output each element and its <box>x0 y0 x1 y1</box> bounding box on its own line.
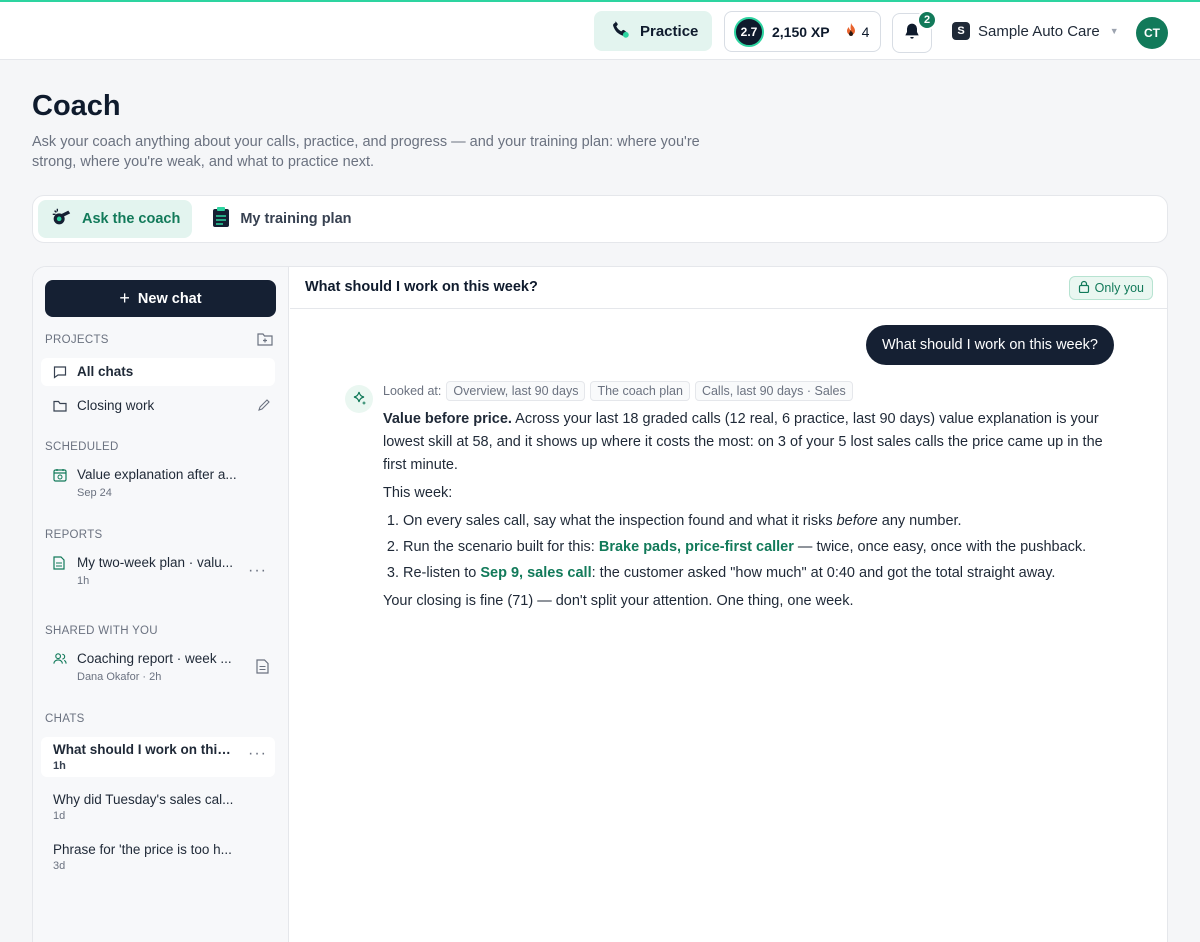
new-chat-button[interactable]: + New chat <box>45 280 276 317</box>
chat-label: Phrase for 'the price is too h... <box>53 842 232 857</box>
more-options-icon[interactable]: ··· <box>248 562 267 580</box>
tab-my-training-plan[interactable]: My training plan <box>200 200 363 238</box>
xp-value: 2,150 XP <box>772 23 830 40</box>
coach-panel: + New chat PROJECTS All chats Closing wo… <box>32 266 1168 942</box>
step-emphasis: before <box>836 513 878 529</box>
streak: 4 <box>844 22 870 41</box>
more-options-icon[interactable]: ··· <box>248 745 267 763</box>
coach-tabs: Ask the coach My training plan <box>32 195 1168 243</box>
chat-label: Why did Tuesday's sales cal... <box>53 792 234 807</box>
project-label: All chats <box>77 364 134 379</box>
practice-button[interactable]: Practice <box>594 11 712 51</box>
notifications-button[interactable]: 2 <box>892 10 937 53</box>
new-chat-label: New chat <box>137 290 202 307</box>
scenario-link[interactable]: Brake pads, price-first caller <box>599 539 794 555</box>
tab-label: Ask the coach <box>82 211 181 227</box>
chat-title: What should I work on this week? <box>305 279 538 295</box>
chat-item[interactable]: Why did Tuesday's sales cal... 1d <box>41 787 275 827</box>
shared-item[interactable]: Coaching report · week ... Dana Okafor ·… <box>41 650 275 690</box>
source-chip[interactable]: Calls, last 90 days · Sales <box>694 381 853 401</box>
answer-step: Re-listen to Sep 9, sales call: the cust… <box>403 562 1103 585</box>
practice-label: Practice <box>640 22 699 40</box>
page-subtitle: Ask your coach anything about your calls… <box>32 134 700 170</box>
scheduled-heading: SCHEDULED <box>45 441 119 453</box>
project-label: Closing work <box>77 398 155 413</box>
streak-count: 4 <box>861 23 870 40</box>
users-icon <box>53 650 67 668</box>
chat-time: 1h <box>53 760 66 772</box>
tab-label: My training plan <box>240 211 352 227</box>
projects-heading: PROJECTS <box>45 334 109 346</box>
scheduled-date: Sep 24 <box>77 487 112 499</box>
chat-sidebar: + New chat PROJECTS All chats Closing wo… <box>33 267 289 942</box>
org-logo: S <box>952 22 970 40</box>
flame-icon <box>844 22 858 41</box>
answer-lead-bold: Value before price. <box>383 411 512 427</box>
sources-row: Looked at: Overview, last 90 days The co… <box>383 381 853 401</box>
scheduled-label: Value explanation after a... <box>77 467 237 482</box>
chat-time: 1d <box>53 810 66 822</box>
org-switcher[interactable]: S Sample Auto Care ▼ <box>952 22 1119 40</box>
shared-heading: SHARED WITH YOU <box>45 625 158 637</box>
project-closing-work[interactable]: Closing work <box>41 392 275 420</box>
document-icon <box>53 554 67 572</box>
reports-heading: REPORTS <box>45 529 103 541</box>
xp-status[interactable]: 2.7 2,150 XP 4 <box>724 11 881 52</box>
privacy-badge[interactable]: Only you <box>1068 276 1153 300</box>
chat-header: What should I work on this week? Only yo… <box>290 267 1167 309</box>
answer-this-week: This week: <box>383 485 453 501</box>
scheduled-item[interactable]: Value explanation after a... Sep 24 <box>41 466 275 506</box>
privacy-label: Only you <box>1094 281 1144 295</box>
coach-answer: Value before price. Across your last 18 … <box>383 408 1103 618</box>
clipboard-icon <box>212 206 230 232</box>
shared-meta: Dana Okafor · 2h <box>77 671 162 683</box>
chat-label: What should I work on this ... <box>53 742 237 757</box>
sparkle-icon <box>345 385 373 413</box>
looked-at-label: Looked at: <box>383 384 442 398</box>
chat-item-active[interactable]: What should I work on this ... 1h ··· <box>41 737 275 777</box>
shared-label: Coaching report · week ... <box>77 651 232 666</box>
new-folder-icon[interactable] <box>257 332 273 349</box>
calendar-clock-icon <box>53 466 67 484</box>
answer-steps: On every sales call, say what the inspec… <box>383 510 1103 585</box>
step-text: — twice, once easy, once with the pushba… <box>793 539 1087 555</box>
source-chip[interactable]: Overview, last 90 days <box>446 381 586 401</box>
report-time: 1h <box>77 575 90 587</box>
user-message: What should I work on this week? <box>866 325 1114 365</box>
level-badge: 2.7 <box>734 16 764 47</box>
report-doc-icon[interactable] <box>256 659 269 677</box>
folder-icon <box>53 397 67 415</box>
answer-step: Run the scenario built for this: Brake p… <box>403 536 1103 559</box>
step-text: On every sales call, say what the inspec… <box>403 513 837 529</box>
lock-icon <box>1078 280 1090 296</box>
step-text: : the customer asked "how much" at 0:40 … <box>591 565 1056 581</box>
chats-heading: CHATS <box>45 713 85 725</box>
page-title: Coach <box>32 90 121 122</box>
report-label: My two-week plan · valu... <box>77 555 234 570</box>
answer-lead: Value before price. Across your last 18 … <box>383 408 1103 477</box>
step-text: Run the scenario built for this: <box>403 539 599 555</box>
answer-closing: Your closing is fine (71) — don't split … <box>383 593 854 609</box>
source-chip[interactable]: The coach plan <box>590 381 690 401</box>
chat-time: 3d <box>53 860 66 872</box>
chat-main: What should I work on this week? Only yo… <box>290 267 1167 942</box>
chat-bubble-icon <box>53 363 67 381</box>
project-all-chats[interactable]: All chats <box>41 358 275 386</box>
user-avatar[interactable]: CT <box>1136 17 1168 49</box>
phone-icon <box>610 19 630 43</box>
org-name: Sample Auto Care <box>978 22 1100 40</box>
answer-step: On every sales call, say what the inspec… <box>403 510 1103 533</box>
call-link[interactable]: Sep 9, sales call <box>480 565 591 581</box>
top-bar: Practice 2.7 2,150 XP 4 2 S Sample Auto … <box>0 0 1200 60</box>
edit-pencil-icon[interactable] <box>257 398 271 415</box>
chat-item[interactable]: Phrase for 'the price is too h... 3d <box>41 837 275 877</box>
plus-icon: + <box>119 288 130 308</box>
step-text: any number. <box>877 513 962 529</box>
caret-down-icon: ▼ <box>1109 26 1119 36</box>
coach-whistle-icon <box>50 206 72 232</box>
notification-count-badge: 2 <box>917 10 937 30</box>
step-text: Re-listen to <box>403 565 481 581</box>
tab-ask-the-coach[interactable]: Ask the coach <box>38 200 193 238</box>
report-item[interactable]: My two-week plan · valu... 1h ··· <box>41 554 275 594</box>
